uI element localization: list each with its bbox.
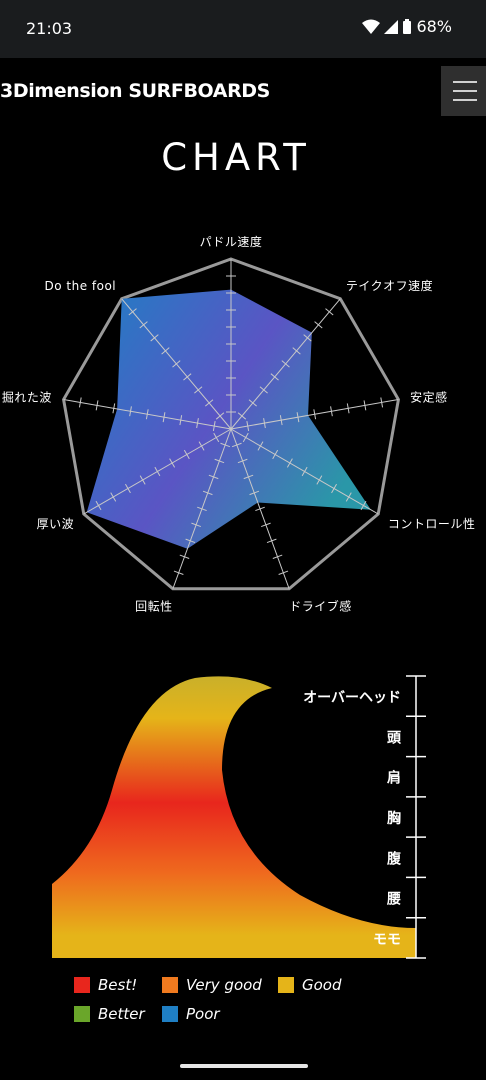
height-label: 腹 bbox=[387, 850, 402, 867]
legend-label: Better bbox=[98, 1005, 145, 1023]
radar-axis-label: Do the fool bbox=[44, 279, 116, 293]
height-label: 頭 bbox=[387, 730, 402, 746]
legend-swatch bbox=[74, 977, 90, 993]
wave-chart: オーバーヘッド頭肩胸腹腰モモ bbox=[52, 675, 426, 959]
height-label: モモ bbox=[373, 932, 401, 948]
wifi-icon bbox=[362, 19, 381, 34]
radar-axis-label: 厚い波 bbox=[37, 517, 75, 531]
home-indicator[interactable] bbox=[180, 1064, 308, 1068]
radar-axis-label: 回転性 bbox=[135, 600, 173, 614]
legend-swatch bbox=[162, 977, 178, 993]
height-label: オーバーヘッド bbox=[303, 690, 401, 706]
battery-level: 68% bbox=[416, 17, 452, 36]
legend-swatch bbox=[278, 977, 294, 993]
legend-label: Best! bbox=[98, 976, 138, 994]
radar-tick bbox=[314, 321, 323, 329]
radar-axis-label: ドライブ感 bbox=[289, 599, 352, 614]
radar-axis-label: 安定感 bbox=[410, 389, 448, 404]
radar-chart: パドル速度テイクオフ速度安定感コントロール性ドライブ感 回転性 厚い波 掘れた波 Do … bbox=[2, 234, 476, 614]
hamburger-icon bbox=[453, 81, 477, 83]
hamburger-icon-line bbox=[453, 99, 477, 101]
legend-label: Very good bbox=[186, 976, 262, 994]
radar-tick bbox=[325, 308, 334, 316]
status-bar: 21:03 68% bbox=[0, 0, 486, 58]
height-label: 肩 bbox=[387, 770, 401, 787]
legend-label: Poor bbox=[186, 1005, 220, 1023]
battery-icon bbox=[403, 18, 412, 34]
brand-logo[interactable]: 3Dimension SURFBOARDS bbox=[0, 80, 270, 102]
signal-icon bbox=[384, 19, 399, 34]
legend-swatch bbox=[74, 1006, 90, 1022]
hamburger-icon-line bbox=[453, 90, 477, 92]
legend-label: Good bbox=[302, 976, 342, 994]
height-label: 胸 bbox=[387, 810, 401, 827]
legend-swatch bbox=[162, 1006, 178, 1022]
legend-item-very-good: Very good bbox=[162, 976, 262, 994]
height-label: 腰 bbox=[386, 892, 401, 908]
radar-axis-label: パドル速度 bbox=[200, 234, 263, 249]
gesture-bar bbox=[0, 1048, 486, 1080]
radar-data-area bbox=[86, 289, 371, 549]
radar-axis-label: テイクオフ速度 bbox=[346, 278, 433, 293]
legend-item-best: Best! bbox=[74, 976, 137, 994]
clock: 21:03 bbox=[26, 19, 73, 38]
legend-item-poor: Poor bbox=[162, 1005, 220, 1023]
radar-axis-label: コントロール性 bbox=[388, 517, 476, 531]
page-title: CHART bbox=[161, 136, 311, 179]
menu-button[interactable] bbox=[441, 66, 486, 116]
legend-item-good: Good bbox=[278, 976, 342, 994]
status-icons: 68% bbox=[362, 17, 452, 36]
legend-item-better: Better bbox=[74, 1005, 145, 1023]
radar-axis-label: 掘れた波 bbox=[2, 389, 52, 404]
wave-shape bbox=[52, 676, 416, 958]
